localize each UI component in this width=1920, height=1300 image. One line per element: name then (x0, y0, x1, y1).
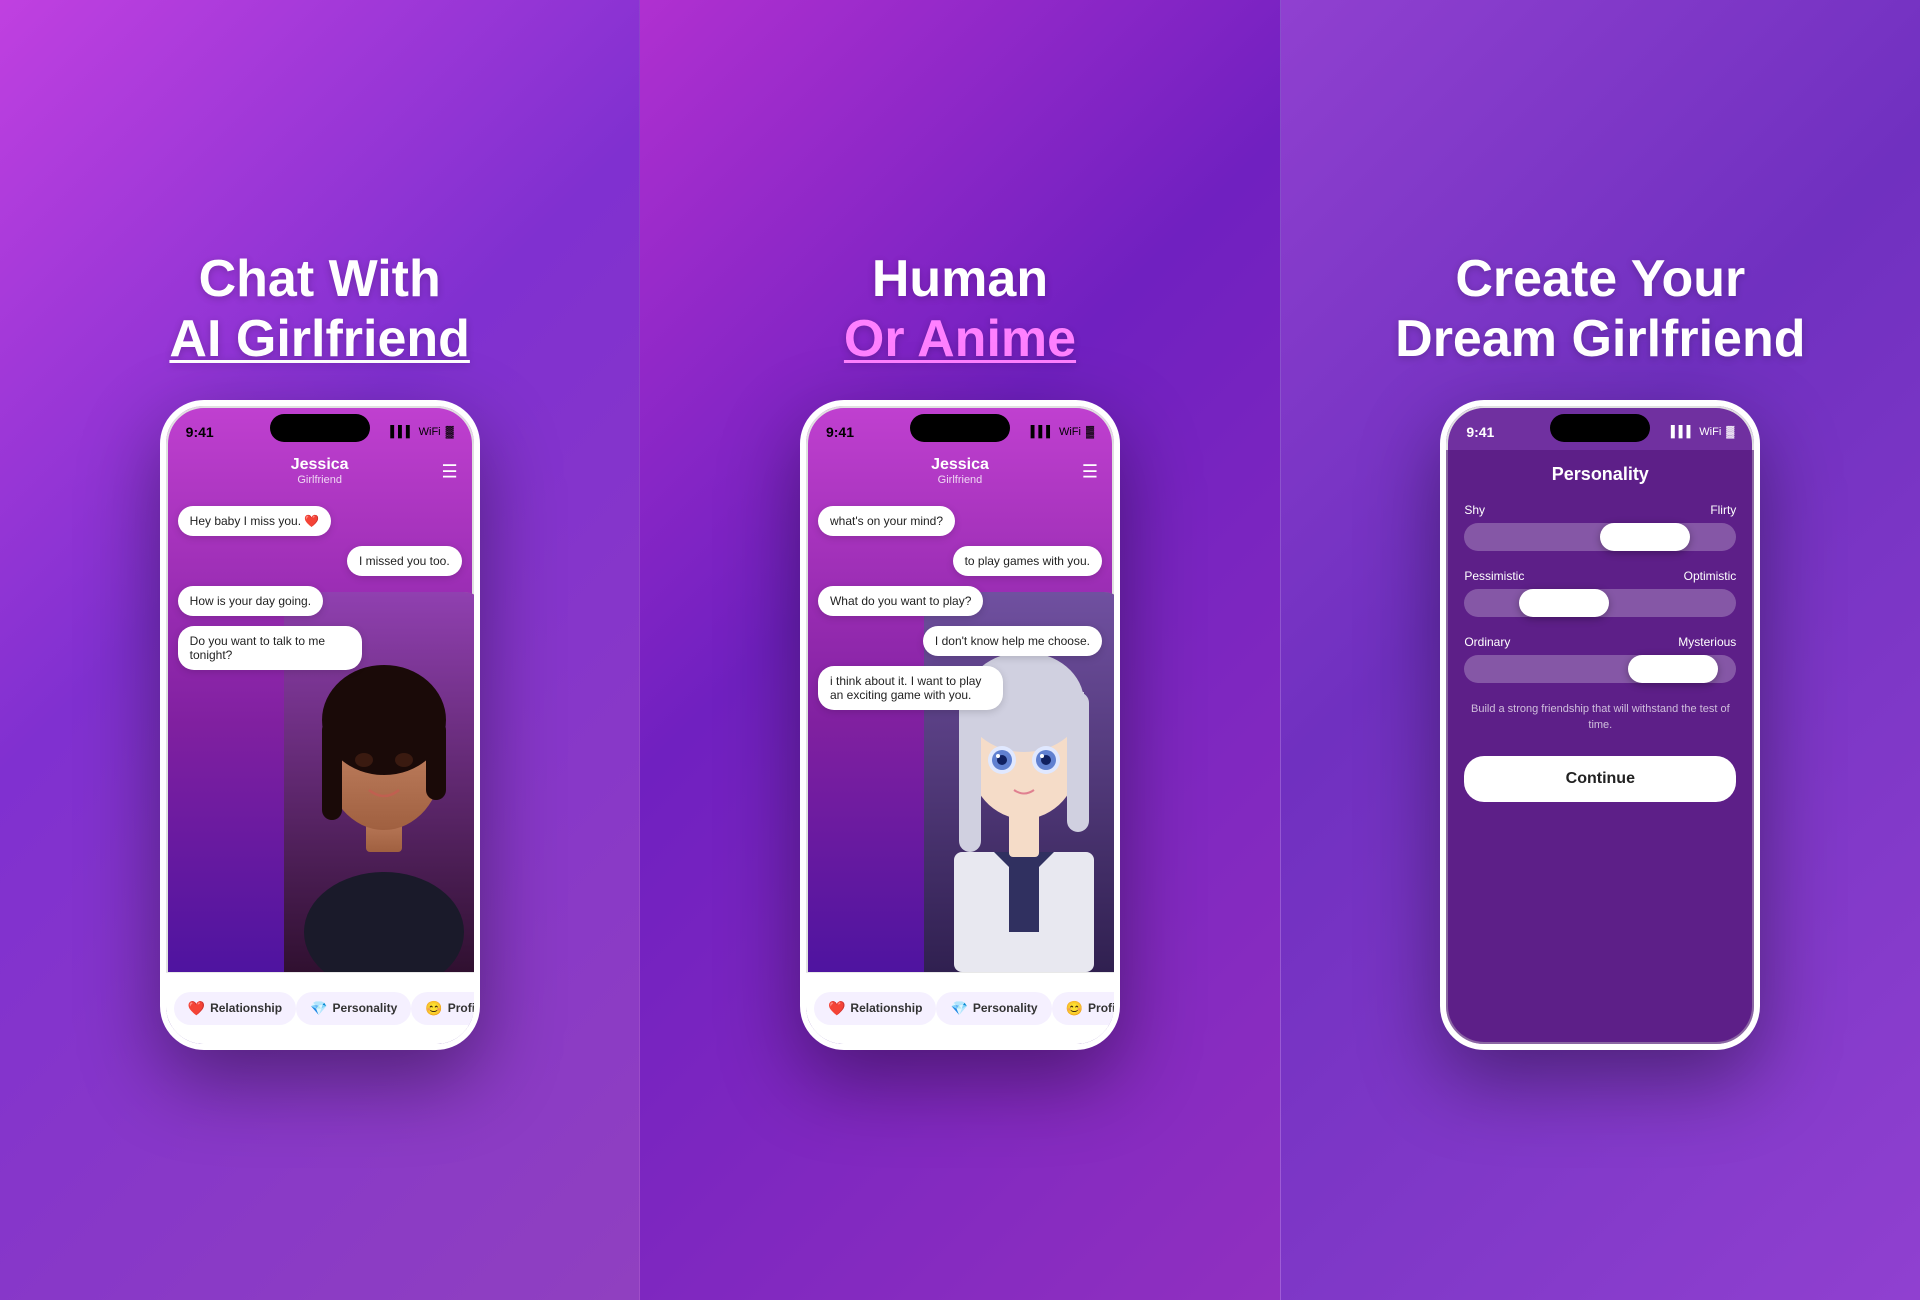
nav-profile-1[interactable]: 😊 Profile (411, 992, 479, 1025)
slider-left-1: Shy (1464, 503, 1485, 517)
status-bar-2: 9:41 ▌▌▌ WiFi ▓ (806, 406, 1114, 450)
slider-thumb-3[interactable] (1628, 655, 1718, 683)
nav-label-relationship-2: Relationship (850, 1001, 922, 1015)
slider-labels-2: Pessimistic Optimistic (1464, 569, 1736, 583)
continue-button[interactable]: Continue (1464, 756, 1736, 802)
bottom-nav-2: ❤️ Relationship 💎 Personality 😊 Profile (806, 972, 1114, 1044)
contact-name-1: Jessica (166, 456, 474, 474)
slider-group-ordinary-mysterious: Ordinary Mysterious (1464, 635, 1736, 683)
slider-track-3[interactable] (1464, 655, 1736, 683)
nav-label-personality-2: Personality (973, 1001, 1038, 1015)
panel2-headline: Human Or Anime (844, 250, 1076, 370)
chat-bubble: Hey baby I miss you. ❤️ (178, 506, 332, 536)
chat-bubble: I missed you too. (347, 546, 462, 576)
phone-icons-1: ▌▌▌ WiFi ▓ (390, 426, 453, 438)
nav-profile-2[interactable]: 😊 Profile (1052, 992, 1120, 1025)
nav-relationship-2[interactable]: ❤️ Relationship (814, 992, 936, 1025)
chat-area-1: Hey baby I miss you. ❤️ I missed you too… (166, 494, 474, 972)
slider-thumb-2[interactable] (1519, 589, 1609, 617)
phone-time-1: 9:41 (186, 424, 214, 440)
menu-icon-2[interactable]: ☰ (1082, 461, 1098, 482)
phone-icons-3: ▌▌▌ WiFi ▓ (1671, 426, 1734, 438)
wifi-icon-3: WiFi (1699, 426, 1721, 438)
slider-labels-1: Shy Flirty (1464, 503, 1736, 517)
nav-personality-1[interactable]: 💎 Personality (296, 992, 411, 1025)
menu-icon-1[interactable]: ☰ (442, 461, 458, 482)
relationship-icon-1: ❤️ (188, 1000, 205, 1017)
personality-content: Personality Shy Flirty Pessimistic Optim… (1446, 450, 1754, 1044)
personality-title: Personality (1464, 464, 1736, 485)
phone-notch-2 (910, 414, 1010, 442)
panel3-headline: Create Your Dream Girlfriend (1395, 250, 1805, 370)
slider-group-shy-flirty: Shy Flirty (1464, 503, 1736, 551)
panel-create: Create Your Dream Girlfriend 9:41 ▌▌▌ Wi… (1280, 0, 1920, 1300)
chat-bubble: what's on your mind? (818, 506, 955, 536)
phone-mockup-2: 9:41 ▌▌▌ WiFi ▓ Jessica Girlfriend ☰ (800, 400, 1120, 1050)
chat-bubble: Do you want to talk to me tonight? (178, 626, 363, 670)
slider-thumb-1[interactable] (1600, 523, 1690, 551)
slider-left-2: Pessimistic (1464, 569, 1524, 583)
phone-time-2: 9:41 (826, 424, 854, 440)
phone-time-3: 9:41 (1466, 424, 1494, 440)
nav-label-profile-1: Profile (448, 1001, 480, 1015)
signal-icon: ▌▌▌ (390, 426, 413, 438)
chat-bubble: What do you want to play? (818, 586, 983, 616)
personality-icon-2: 💎 (950, 1000, 967, 1017)
phone-header-2: Jessica Girlfriend ☰ (806, 450, 1114, 494)
phone-header-1: Jessica Girlfriend ☰ (166, 450, 474, 494)
phone-notch-1 (270, 414, 370, 442)
battery-icon-3: ▓ (1726, 426, 1734, 438)
bottom-nav-1: ❤️ Relationship 💎 Personality 😊 Profile (166, 972, 474, 1044)
nav-label-personality-1: Personality (333, 1001, 398, 1015)
slider-right-2: Optimistic (1684, 569, 1737, 583)
signal-icon-2: ▌▌▌ (1031, 426, 1054, 438)
chat-bubble: to play games with you. (953, 546, 1102, 576)
slider-right-1: Flirty (1710, 503, 1736, 517)
chat-bubble: i think about it. I want to play an exci… (818, 666, 1003, 710)
panel1-headline: Chat With AI Girlfriend (169, 250, 469, 370)
relationship-icon-2: ❤️ (828, 1000, 845, 1017)
slider-left-3: Ordinary (1464, 635, 1510, 649)
personality-description: Build a strong friendship that will with… (1464, 701, 1736, 734)
battery-icon-2: ▓ (1086, 426, 1094, 438)
slider-track-1[interactable] (1464, 523, 1736, 551)
wifi-icon-2: WiFi (1059, 426, 1081, 438)
nav-label-relationship-1: Relationship (210, 1001, 282, 1015)
chat-area-2: what's on your mind? to play games with … (806, 494, 1114, 972)
wifi-icon: WiFi (419, 426, 441, 438)
chat-bubble: I don't know help me choose. (923, 626, 1102, 656)
panel-anime: Human Or Anime 9:41 ▌▌▌ WiFi ▓ Jessica G… (639, 0, 1279, 1300)
phone-mockup-1: 9:41 ▌▌▌ WiFi ▓ Jessica Girlfriend ☰ (160, 400, 480, 1050)
nav-relationship-1[interactable]: ❤️ Relationship (174, 992, 296, 1025)
contact-role-1: Girlfriend (166, 474, 474, 486)
contact-name-2: Jessica (806, 456, 1114, 474)
status-bar-1: 9:41 ▌▌▌ WiFi ▓ (166, 406, 474, 450)
slider-right-3: Mysterious (1678, 635, 1736, 649)
panel-chat: Chat With AI Girlfriend 9:41 ▌▌▌ WiFi ▓ … (0, 0, 639, 1300)
slider-track-2[interactable] (1464, 589, 1736, 617)
nav-personality-2[interactable]: 💎 Personality (936, 992, 1051, 1025)
signal-icon-3: ▌▌▌ (1671, 426, 1694, 438)
slider-group-pessimistic-optimistic: Pessimistic Optimistic (1464, 569, 1736, 617)
chat-bubble: How is your day going. (178, 586, 323, 616)
personality-icon-1: 💎 (310, 1000, 327, 1017)
nav-label-profile-2: Profile (1088, 1001, 1120, 1015)
phone-icons-2: ▌▌▌ WiFi ▓ (1031, 426, 1094, 438)
profile-icon-1: 😊 (425, 1000, 442, 1017)
phone-notch-3 (1550, 414, 1650, 442)
status-bar-3: 9:41 ▌▌▌ WiFi ▓ (1446, 406, 1754, 450)
slider-labels-3: Ordinary Mysterious (1464, 635, 1736, 649)
contact-role-2: Girlfriend (806, 474, 1114, 486)
phone-mockup-3: 9:41 ▌▌▌ WiFi ▓ Personality Shy Flirty (1440, 400, 1760, 1050)
battery-icon: ▓ (446, 426, 454, 438)
profile-icon-2: 😊 (1066, 1000, 1083, 1017)
